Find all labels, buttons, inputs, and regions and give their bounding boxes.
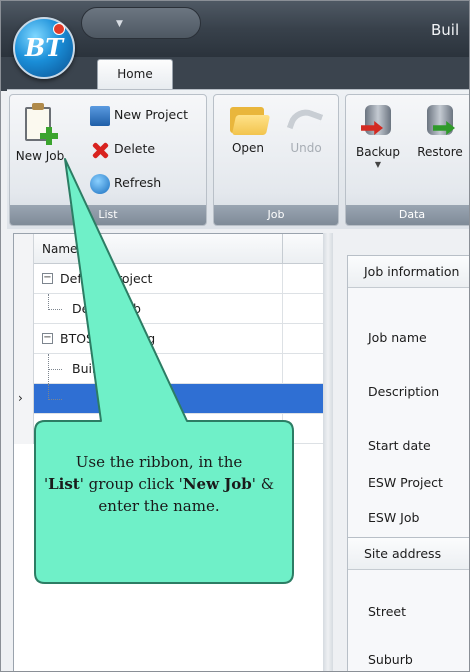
callout-bold-new-job: New Job xyxy=(182,475,252,493)
callout-text: Use the ribbon, in the 'List' group clic… xyxy=(43,453,275,515)
delete-icon xyxy=(90,140,110,160)
tree-row-label: Default Job xyxy=(72,301,141,316)
callout-line-1: Use the ribbon, in the xyxy=(75,453,243,471)
new-job-button[interactable]: New Job xyxy=(12,103,68,163)
new-project-button[interactable]: New Project xyxy=(90,103,188,127)
tree-row-label: Build Demo xyxy=(72,361,145,376)
app-logo-text: BT xyxy=(24,33,64,62)
group-label-data: Data xyxy=(346,205,469,225)
undo-button[interactable]: Undo xyxy=(278,103,334,155)
section-title-job-information: Job information xyxy=(348,256,469,288)
backup-button[interactable]: Backup ▼ xyxy=(350,103,406,169)
esw-project-label: ESW Project xyxy=(368,475,443,490)
tab-home[interactable]: Home xyxy=(97,59,173,89)
database-backup-icon xyxy=(361,103,395,141)
start-date-label: Start date xyxy=(368,438,431,453)
tree-row[interactable] xyxy=(14,414,324,444)
folder-open-icon xyxy=(228,103,271,137)
restore-button[interactable]: Restore xyxy=(412,103,468,159)
tree-row[interactable]: − BTOS2 Training xyxy=(14,324,324,354)
refresh-icon xyxy=(90,173,110,194)
refresh-button[interactable]: Refresh xyxy=(90,171,161,195)
collapse-icon[interactable]: − xyxy=(42,333,53,344)
job-information-section: Job information Job name B Description S… xyxy=(347,255,469,555)
pin-icon xyxy=(53,23,65,35)
tree-row-label: BTOS2 Training xyxy=(60,331,156,346)
tree-row[interactable]: Default Job xyxy=(14,294,324,324)
new-project-label: New Project xyxy=(114,107,189,122)
quick-access-toolbar[interactable] xyxy=(81,7,201,39)
job-name-label: Job name xyxy=(368,330,427,345)
undo-icon xyxy=(286,103,326,138)
current-row-indicator-icon: › xyxy=(18,391,23,405)
app-logo-button[interactable]: BT xyxy=(13,17,75,79)
delete-button[interactable]: Delete xyxy=(90,137,155,161)
group-label-job: Job xyxy=(214,205,338,225)
database-restore-icon xyxy=(423,103,457,141)
ribbon: New Job New Project Delete Refresh List … xyxy=(7,89,469,229)
open-label: Open xyxy=(231,141,265,155)
tree-row-label: Default Project xyxy=(60,271,153,286)
job-detail-pane: Job information Job name B Description S… xyxy=(335,233,469,671)
new-job-label: New Job xyxy=(15,149,65,163)
esw-job-label: ESW Job xyxy=(368,510,420,525)
tree-row[interactable]: − Default Project xyxy=(14,264,324,294)
undo-label: Undo xyxy=(290,141,322,155)
description-label: Description xyxy=(368,384,440,399)
tree-row-selected[interactable]: › xyxy=(14,384,324,414)
column-header-name[interactable]: Name xyxy=(42,242,77,256)
group-label-list: List xyxy=(10,205,206,225)
callout-bold-list: List xyxy=(48,475,80,493)
ribbon-group-job: Open Undo Job xyxy=(213,94,339,226)
ribbon-group-data: Backup ▼ Restore Data xyxy=(345,94,469,226)
restore-label: Restore xyxy=(417,145,463,159)
delete-label: Delete xyxy=(114,141,156,156)
grid-header: Name xyxy=(14,234,324,264)
section-title-site-address: Site address xyxy=(348,538,469,570)
app-window: ▼ Buil BT Home New Job New Project Delet… xyxy=(0,0,470,672)
collapse-icon[interactable]: − xyxy=(42,273,53,284)
street-label: Street xyxy=(368,604,406,619)
suburb-label: Suburb xyxy=(368,652,413,667)
window-title: Buil xyxy=(431,21,460,39)
backup-label: Backup xyxy=(356,145,400,159)
tree-row[interactable]: Build Demo xyxy=(14,354,324,384)
project-icon xyxy=(90,105,110,126)
pane-splitter[interactable] xyxy=(323,233,333,671)
site-address-section: Site address Street Suburb xyxy=(347,537,469,671)
refresh-label: Refresh xyxy=(114,175,162,190)
ribbon-group-list: New Job New Project Delete Refresh List xyxy=(9,94,207,226)
chevron-down-icon[interactable]: ▼ xyxy=(116,19,123,29)
dropdown-arrow-icon[interactable]: ▼ xyxy=(350,161,406,169)
new-job-icon xyxy=(23,103,58,145)
open-button[interactable]: Open xyxy=(220,103,276,155)
